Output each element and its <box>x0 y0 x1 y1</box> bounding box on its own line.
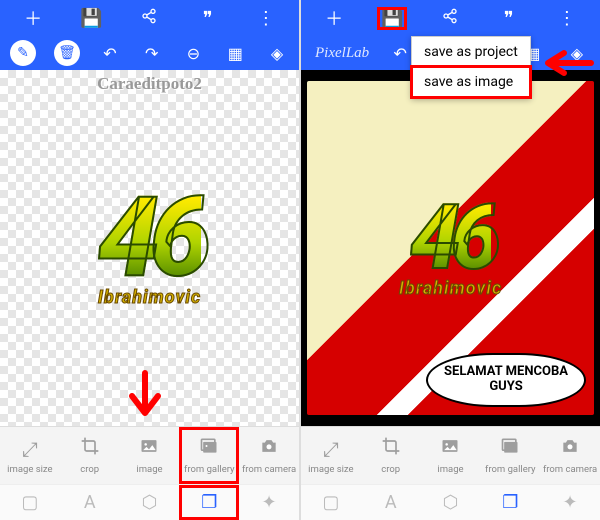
undo-icon[interactable]: ↶ <box>387 44 413 63</box>
image-size-icon: ⤢ <box>22 437 38 461</box>
art-number: 46 <box>410 197 491 278</box>
crop-label: crop <box>381 464 400 475</box>
share-icon[interactable] <box>436 8 464 29</box>
grid-icon[interactable]: ▦ <box>223 44 247 63</box>
watermark: Caraeditpoto2 <box>97 74 202 94</box>
art-number: 46 <box>98 188 202 287</box>
nav-layers[interactable]: ❐ <box>480 485 540 520</box>
from-camera-button[interactable]: from camera <box>540 427 600 484</box>
nav-fx[interactable]: ✦ <box>540 485 600 520</box>
nav-bar: ▢ A ⬡ ❐ ✦ <box>301 484 600 520</box>
crop-button[interactable]: crop <box>361 427 421 484</box>
save-as-project[interactable]: save as project <box>412 37 530 67</box>
layers-icon[interactable]: ◈ <box>564 44 590 63</box>
from-gallery-button[interactable]: from gallery <box>480 427 540 484</box>
add-icon[interactable]: ＋ <box>320 5 348 31</box>
redo-icon[interactable]: ↷ <box>140 44 164 63</box>
nav-shape[interactable]: ⬡ <box>421 485 481 520</box>
save-icon[interactable]: 💾 <box>77 8 105 29</box>
bottom-toolbar: ⤢ image size crop image from gallery f <box>301 426 600 484</box>
save-icon[interactable]: 💾 <box>378 8 406 29</box>
from-camera-icon <box>560 436 580 461</box>
crop-label: crop <box>80 464 99 475</box>
image-button[interactable]: image <box>120 427 180 484</box>
from-gallery-icon <box>500 436 520 461</box>
art-name: Ibrahimovic <box>399 278 502 299</box>
bottom-toolbar: ⤢ image size crop image from gallery f <box>0 426 299 484</box>
image-size-button[interactable]: ⤢ image size <box>0 427 60 484</box>
image-size-label: image size <box>7 464 52 475</box>
left-screenshot: ＋ 💾 ❞ ⋮ ✎ 🗑 ↶ ↷ ⊖ ▦ ◈ Caraeditpoto2 46 I… <box>0 0 301 520</box>
brand-label: PixelLab <box>311 45 369 62</box>
delete-button[interactable]: 🗑 <box>54 40 80 66</box>
image-icon <box>139 436 159 461</box>
image-label: image <box>437 464 463 475</box>
from-camera-label: from camera <box>242 464 296 475</box>
from-camera-icon <box>259 436 279 461</box>
nav-box[interactable]: ▢ <box>301 485 361 520</box>
image-icon <box>440 436 460 461</box>
zoom-out-icon[interactable]: ⊖ <box>182 44 206 63</box>
from-gallery-label: from gallery <box>184 464 235 475</box>
editor-canvas[interactable]: Caraeditpoto2 46 Ibrahimovic <box>0 70 299 426</box>
quote-icon[interactable]: ❞ <box>194 8 222 29</box>
nav-bar: ▢ A ⬡ ❐ ✦ <box>0 484 299 520</box>
image-label: image <box>136 464 162 475</box>
save-as-image[interactable]: save as image <box>412 67 530 97</box>
from-gallery-label: from gallery <box>485 464 536 475</box>
speech-bubble: SELAMAT MENCOBA GUYS <box>426 353 586 407</box>
artwork[interactable]: 46 Ibrahimovic <box>98 188 202 308</box>
nav-shape[interactable]: ⬡ <box>120 485 180 520</box>
image-size-label: image size <box>308 464 353 475</box>
edit-button[interactable]: ✎ <box>10 40 36 66</box>
from-camera-label: from camera <box>543 464 597 475</box>
arrow-down-annotation <box>120 368 170 426</box>
nav-text[interactable]: A <box>361 485 421 520</box>
undo-icon[interactable]: ↶ <box>98 44 122 63</box>
top-toolbar: ＋ 💾 ❞ ⋮ <box>0 0 299 36</box>
save-menu: save as project save as image <box>411 36 531 98</box>
image-size-icon: ⤢ <box>323 437 339 461</box>
quote-icon[interactable]: ❞ <box>495 8 523 29</box>
nav-fx[interactable]: ✦ <box>239 485 299 520</box>
nav-text[interactable]: A <box>60 485 120 520</box>
editor-canvas[interactable]: 46 Ibrahimovic SELAMAT MENCOBA GUYS <box>301 70 600 426</box>
more-icon[interactable]: ⋮ <box>252 8 280 29</box>
right-screenshot: ＋ 💾 ❞ ⋮ PixelLab ↶ ↷ ⊖ ▦ ◈ save as proje… <box>301 0 600 520</box>
more-icon[interactable]: ⋮ <box>553 8 581 29</box>
from-gallery-button[interactable]: from gallery <box>179 427 239 484</box>
art-name: Ibrahimovic <box>98 287 202 308</box>
crop-icon <box>381 436 401 461</box>
crop-button[interactable]: crop <box>60 427 120 484</box>
top-toolbar: ＋ 💾 ❞ ⋮ <box>301 0 600 36</box>
nav-box[interactable]: ▢ <box>0 485 60 520</box>
layers-icon[interactable]: ◈ <box>265 44 289 63</box>
artwork-with-bg[interactable]: 46 Ibrahimovic SELAMAT MENCOBA GUYS <box>307 81 594 416</box>
add-icon[interactable]: ＋ <box>19 5 47 31</box>
nav-layers[interactable]: ❐ <box>179 485 239 520</box>
from-gallery-icon <box>199 436 219 461</box>
crop-icon <box>80 436 100 461</box>
image-button[interactable]: image <box>421 427 481 484</box>
from-camera-button[interactable]: from camera <box>239 427 299 484</box>
share-icon[interactable] <box>135 8 163 29</box>
image-size-button[interactable]: ⤢ image size <box>301 427 361 484</box>
edit-toolbar: ✎ 🗑 ↶ ↷ ⊖ ▦ ◈ <box>0 36 299 70</box>
